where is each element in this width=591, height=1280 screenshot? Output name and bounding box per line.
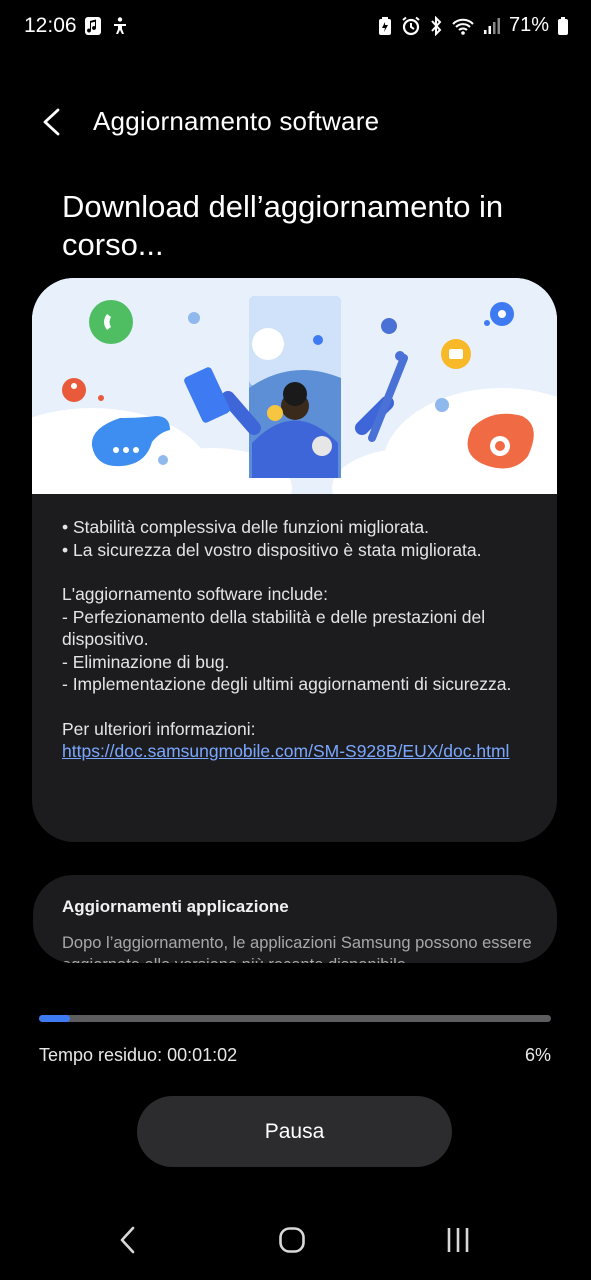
battery-saver-icon xyxy=(377,16,393,36)
wifi-icon xyxy=(451,16,475,36)
back-button[interactable] xyxy=(34,102,70,142)
nav-home-button[interactable] xyxy=(267,1220,317,1260)
status-time: 12:06 xyxy=(24,14,77,37)
include-item: - Implementazione degli ultimi aggiornam… xyxy=(62,674,512,694)
page-title: Aggiornamento software xyxy=(93,106,380,136)
app-header: Aggiornamento software xyxy=(0,96,591,152)
music-note-icon xyxy=(84,16,102,41)
nav-back-button[interactable] xyxy=(103,1220,153,1260)
app-updates-card: Aggiornamenti applicazione Dopo l’aggior… xyxy=(33,875,557,963)
app-updates-description: Dopo l’aggiornamento, le applicazioni Sa… xyxy=(62,934,532,963)
battery-percent: 71% xyxy=(508,14,549,36)
update-illustration-image xyxy=(32,278,557,548)
include-item: - Perfezionamento della stabilità e dell… xyxy=(62,606,486,650)
bullet-item: • Stabilità complessiva delle funzioni m… xyxy=(62,517,429,537)
bluetooth-icon xyxy=(429,15,443,36)
recents-icon xyxy=(447,1228,469,1252)
download-progress-bar xyxy=(39,1015,551,1022)
signal-icon xyxy=(483,16,501,36)
notification-icons xyxy=(84,16,130,41)
home-icon xyxy=(279,1227,305,1253)
update-notes: • Stabilità complessiva delle funzioni m… xyxy=(62,516,532,763)
include-item: - Eliminazione di bug. xyxy=(62,651,230,672)
pause-button[interactable]: Pausa xyxy=(137,1096,452,1167)
download-status-heading: Download dell’aggiornamento in corso... xyxy=(62,189,504,262)
nav-back-icon xyxy=(120,1226,135,1254)
time-remaining: Tempo residuo: 00:01:02 xyxy=(39,1045,238,1065)
bullet-item: • La sicurezza del vostro dispositivo è … xyxy=(62,539,482,560)
chevron-left-icon xyxy=(43,108,60,136)
status-bar: 12:06 71% xyxy=(0,0,591,56)
alarm-icon xyxy=(401,16,421,36)
update-info-card: • Stabilità complessiva delle funzioni m… xyxy=(32,278,557,842)
nav-recents-button[interactable] xyxy=(433,1220,483,1260)
navigation-bar xyxy=(0,1205,591,1280)
app-updates-title: Aggiornamenti applicazione xyxy=(62,897,289,916)
battery-icon xyxy=(557,16,569,36)
progress-percent: 6% xyxy=(524,1045,551,1065)
update-illustration xyxy=(32,278,557,548)
includes-title: L'aggiornamento software include: xyxy=(62,584,329,604)
more-info-link[interactable]: https://doc.samsungmobile.com/SM-S928B/E… xyxy=(62,740,532,763)
download-progress-fill xyxy=(39,1015,70,1022)
status-right-icons: 71% xyxy=(377,14,569,37)
more-info-label: Per ulteriori informazioni: xyxy=(62,718,256,739)
accessibility-icon xyxy=(110,16,130,41)
